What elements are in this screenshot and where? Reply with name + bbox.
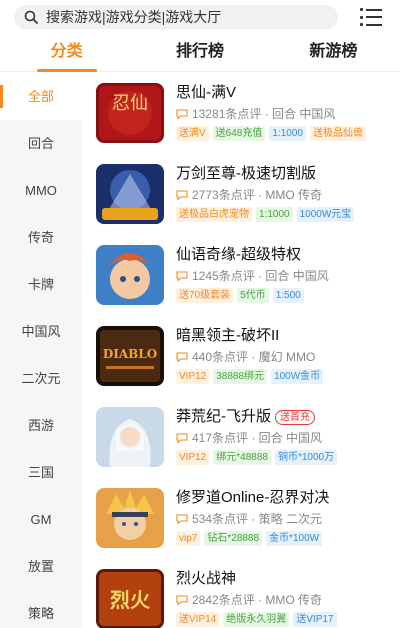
tab-category[interactable]: 分类 bbox=[0, 34, 133, 72]
sidebar-item-three-kingdoms[interactable]: 三国 bbox=[0, 449, 82, 496]
top-bar bbox=[0, 0, 400, 34]
icon-text: 忍仙 bbox=[112, 93, 148, 114]
game-tag: 5代币 bbox=[237, 288, 269, 303]
list-item[interactable]: 烈火 烈火战神 2842条点评 · MMO 传奇 送VIP14 绝版永久羽翼 送… bbox=[82, 559, 400, 628]
game-tag: 1000W元宝 bbox=[296, 207, 355, 222]
game-icon[interactable] bbox=[96, 488, 164, 548]
list-item[interactable]: DIABLO 暗黑领主-破坏II 440条点评 · 魔幻 MMO VIP12 3… bbox=[82, 316, 400, 397]
game-icon[interactable] bbox=[96, 407, 164, 467]
game-tag: 送满V bbox=[176, 126, 209, 141]
game-icon[interactable]: 忍仙 bbox=[96, 83, 164, 143]
game-title[interactable]: 暗黑领主-破坏II bbox=[176, 326, 396, 346]
game-icon[interactable]: DIABLO bbox=[96, 326, 164, 386]
game-tag: 铜币*1000万 bbox=[274, 450, 338, 465]
game-tag: 38888绑元 bbox=[213, 369, 268, 384]
game-tag: VIP12 bbox=[176, 369, 210, 384]
sidebar-item-anime[interactable]: 二次元 bbox=[0, 355, 82, 402]
game-tag: 1:500 bbox=[272, 288, 304, 303]
list-item[interactable]: 万剑至尊-极速切割版 2773条点评 · MMO 传奇 送极品白虎宠物 1:10… bbox=[82, 154, 400, 235]
game-tag: 送648充值 bbox=[212, 126, 266, 141]
category-sidebar: 全部 回合 MMO 传奇 卡牌 中国风 二次元 西游 三国 GM 放置 策略 bbox=[0, 73, 82, 628]
tab-bar: 分类 排行榜 新游榜 bbox=[0, 34, 400, 72]
game-meta: 417条点评 · 回合 中国风 bbox=[192, 431, 323, 445]
comment-icon bbox=[176, 514, 188, 525]
search-box[interactable] bbox=[14, 5, 338, 29]
icon-text: DIABLO bbox=[103, 347, 157, 361]
sidebar-item-journey-west[interactable]: 西游 bbox=[0, 402, 82, 449]
list-item[interactable]: 忍仙 思仙-满V 13281条点评 · 回合 中国风 送满V 送648充值 1:… bbox=[82, 73, 400, 154]
game-title[interactable]: 仙语奇缘-超级特权 bbox=[176, 245, 396, 265]
game-tag: 送极品仙兽 bbox=[309, 126, 366, 141]
sidebar-item-turn-based[interactable]: 回合 bbox=[0, 120, 82, 167]
game-meta: 1245条点评 · 回合 中国风 bbox=[192, 269, 329, 283]
menu-list-icon[interactable] bbox=[360, 8, 382, 26]
first-charge-badge: 送首充 bbox=[275, 409, 315, 425]
game-meta: 2842条点评 · MMO 传奇 bbox=[192, 593, 323, 607]
game-title[interactable]: 思仙-满V bbox=[176, 83, 396, 103]
game-tag: VIP12 bbox=[176, 450, 210, 465]
game-title[interactable]: 万剑至尊-极速切割版 bbox=[176, 164, 396, 184]
game-tag: 1:1000 bbox=[269, 126, 306, 141]
comment-icon bbox=[176, 352, 188, 363]
game-tag: 送VIP17 bbox=[293, 612, 337, 627]
comment-icon bbox=[176, 271, 188, 282]
sidebar-item-chinese-style[interactable]: 中国风 bbox=[0, 308, 82, 355]
icon-text: 烈火 bbox=[110, 588, 151, 612]
sidebar-item-mmo[interactable]: MMO bbox=[0, 167, 82, 214]
game-title[interactable]: 修罗道Online-忍界对决 bbox=[176, 488, 396, 508]
tab-ranking[interactable]: 排行榜 bbox=[133, 34, 266, 71]
sidebar-item-card[interactable]: 卡牌 bbox=[0, 261, 82, 308]
game-icon[interactable] bbox=[96, 164, 164, 224]
sidebar-item-strategy[interactable]: 策略 bbox=[0, 590, 82, 628]
game-tag: 送VIP14 bbox=[176, 612, 220, 627]
game-meta: 534条点评 · 策略 二次元 bbox=[192, 512, 323, 526]
search-icon bbox=[24, 10, 38, 24]
sidebar-item-idle[interactable]: 放置 bbox=[0, 543, 82, 590]
list-item[interactable]: 修罗道Online-忍界对决 534条点评 · 策略 二次元 vip7 钻石*2… bbox=[82, 478, 400, 559]
game-tag: vip7 bbox=[176, 531, 201, 546]
game-tag: 钻石*28888 bbox=[204, 531, 263, 546]
game-tag: 绝版永久羽翼 bbox=[223, 612, 290, 627]
game-icon[interactable]: 烈火 bbox=[96, 569, 164, 628]
sidebar-item-legend[interactable]: 传奇 bbox=[0, 214, 82, 261]
sidebar-item-gm[interactable]: GM bbox=[0, 496, 82, 543]
comment-icon bbox=[176, 190, 188, 201]
comment-icon bbox=[176, 433, 188, 444]
game-tag: 1:1000 bbox=[256, 207, 293, 222]
game-meta: 13281条点评 · 回合 中国风 bbox=[192, 107, 336, 121]
game-tag: 金币*100W bbox=[266, 531, 323, 546]
game-meta: 440条点评 · 魔幻 MMO bbox=[192, 350, 316, 364]
game-title[interactable]: 烈火战神 bbox=[176, 569, 396, 589]
list-item[interactable]: 莽荒纪-飞升版 送首充 417条点评 · 回合 中国风 VIP12 绑元*488… bbox=[82, 397, 400, 478]
comment-icon bbox=[176, 595, 188, 606]
game-icon[interactable] bbox=[96, 245, 164, 305]
search-input[interactable] bbox=[46, 9, 316, 25]
game-tag: 送极品白虎宠物 bbox=[176, 207, 252, 222]
tab-new-games[interactable]: 新游榜 bbox=[267, 34, 400, 71]
game-list: 忍仙 思仙-满V 13281条点评 · 回合 中国风 送满V 送648充值 1:… bbox=[82, 73, 400, 628]
sidebar-item-all[interactable]: 全部 bbox=[0, 73, 82, 120]
game-title[interactable]: 莽荒纪-飞升版 bbox=[176, 407, 271, 427]
game-tag: 送70级套装 bbox=[176, 288, 234, 303]
game-tag: 绑元*48888 bbox=[213, 450, 271, 465]
game-tag: 100W金币 bbox=[271, 369, 324, 384]
list-item[interactable]: 仙语奇缘-超级特权 1245条点评 · 回合 中国风 送70级套装 5代币 1:… bbox=[82, 235, 400, 316]
game-meta: 2773条点评 · MMO 传奇 bbox=[192, 188, 323, 202]
comment-icon bbox=[176, 109, 188, 120]
